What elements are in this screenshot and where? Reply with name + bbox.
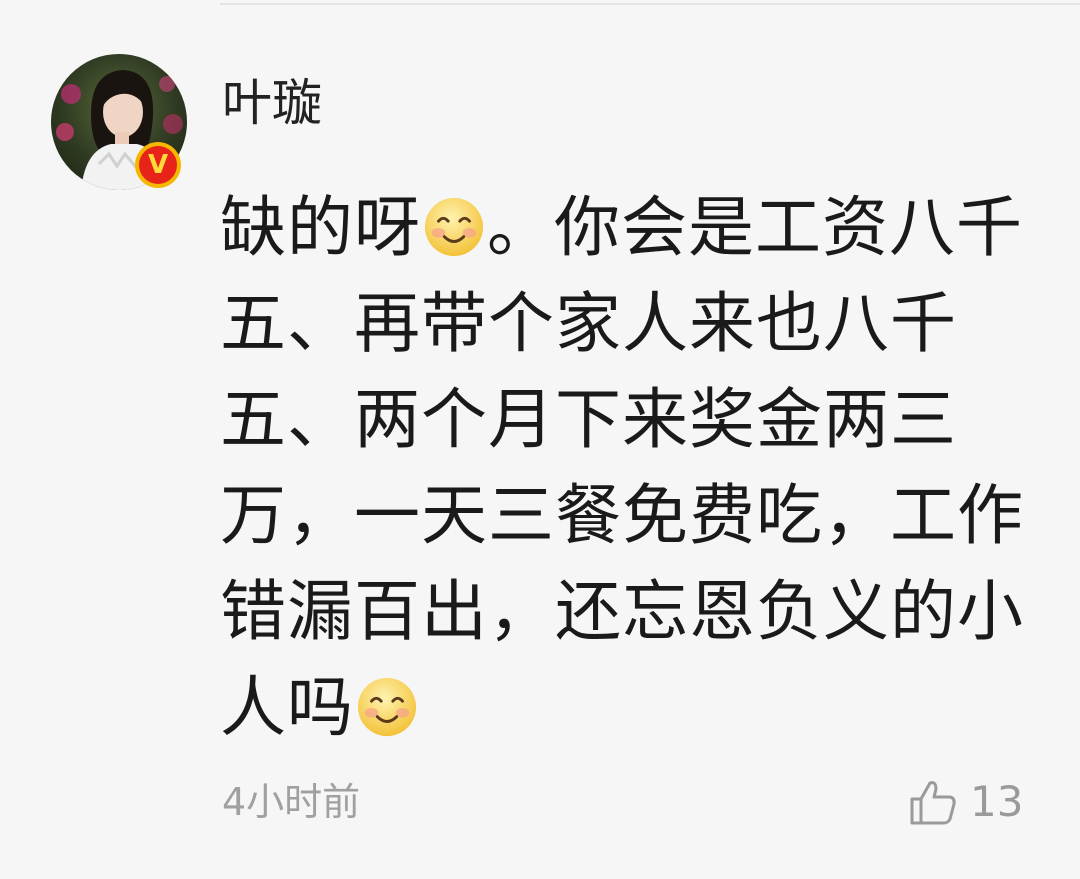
verified-badge-letter: V <box>139 146 177 184</box>
like-button[interactable]: 13 <box>908 772 1023 832</box>
thumbs-up-icon <box>910 781 956 825</box>
comment-line-2: 五、再带个家人来也八千 <box>220 285 957 362</box>
verified-badge-icon: V <box>135 142 181 188</box>
comment-line-3: 五、两个月下来奖金两三 <box>220 381 957 458</box>
timestamp: 4小时前 <box>222 780 361 824</box>
comment-line-6: 人吗 <box>220 660 1040 756</box>
smiling-face-emoji-icon <box>357 677 417 737</box>
comment-line-1: 缺的呀 。你会是工资八千 <box>220 180 1040 276</box>
comment-text: 缺的呀 。你会是工资八千 五、再带个家人来也八千 五、两个月下来奖金两三 万，一… <box>220 180 1040 756</box>
smiling-face-emoji-icon <box>424 197 484 257</box>
top-divider <box>220 3 1080 5</box>
comment-line-4: 万，一天三餐免费吃，工作 <box>220 477 1024 554</box>
like-count: 13 <box>970 777 1024 826</box>
avatar[interactable]: V <box>51 54 187 190</box>
comment-text-segment: 缺的呀 <box>220 189 421 266</box>
username[interactable]: 叶璇 <box>222 68 322 138</box>
comment-text-segment: 。你会是工资八千 <box>487 189 1023 266</box>
comment-line-5: 错漏百出，还忘恩负义的小 <box>220 573 1024 650</box>
comment-text-segment: 人吗 <box>220 669 354 746</box>
